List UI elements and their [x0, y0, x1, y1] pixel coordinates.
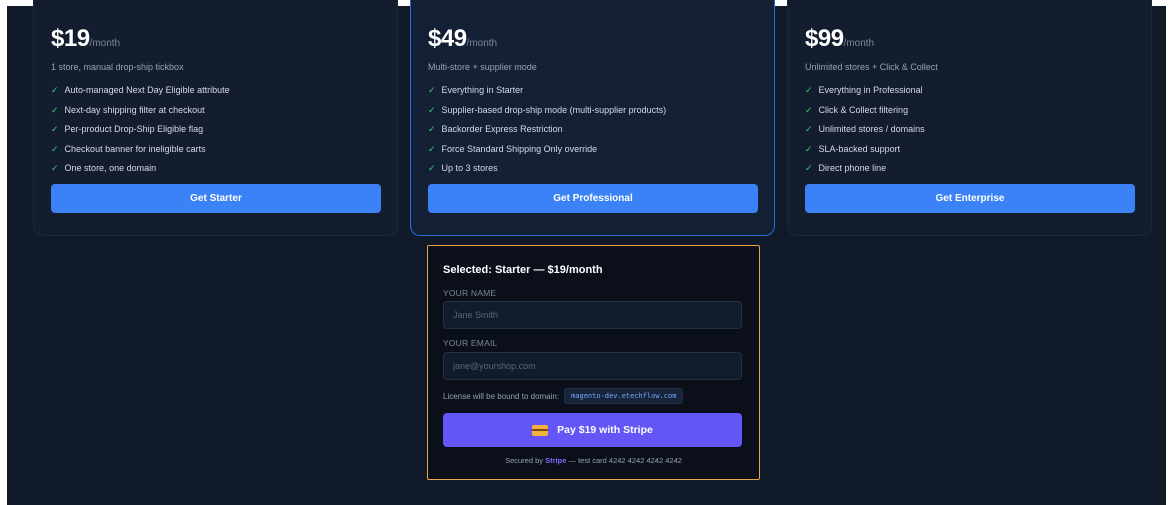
- license-domain-note: License will be bound to domain: magento…: [443, 388, 684, 404]
- check-icon: ✓: [51, 143, 59, 154]
- domain-code: magento-dev.etechflow.com: [564, 388, 684, 404]
- check-icon: ✓: [51, 124, 59, 134]
- price-amount: $19: [51, 25, 90, 52]
- plan-tagline: Multi-store + supplier mode: [428, 62, 537, 72]
- plan-tagline: 1 store, manual drop-ship tickbox: [51, 62, 184, 72]
- test-card-note: — test card 4242 4242 4242 4242: [568, 456, 682, 465]
- price-period: /month: [466, 38, 498, 49]
- feature-list: ✓ Everything in Professional ✓ Click & Col…: [805, 85, 925, 183]
- license-text: License will be bound to domain:: [443, 391, 560, 401]
- feature-text: Everything in Professional: [818, 85, 923, 95]
- email-input[interactable]: [443, 352, 742, 380]
- feature-text: Everything in Starter: [441, 85, 524, 95]
- price-amount: $49: [428, 25, 467, 52]
- price-period: /month: [89, 38, 121, 49]
- check-icon: ✓: [805, 143, 813, 154]
- check-icon: ✓: [428, 85, 436, 95]
- feature-item: ✓ Everything in Professional: [805, 85, 925, 105]
- feature-item: ✓ Supplier-based drop-ship mode (multi-su…: [428, 105, 666, 125]
- feature-text: Auto-managed Next Day Eligible attribute: [64, 85, 230, 95]
- plan-price: $99/month: [805, 25, 874, 53]
- feature-item: ✓ Up to 3 stores: [428, 163, 666, 183]
- feature-text: Up to 3 stores: [441, 163, 498, 173]
- check-icon: ✓: [428, 124, 436, 134]
- check-icon: ✓: [805, 124, 813, 134]
- feature-text: Click & Collect filtering: [818, 104, 909, 115]
- plan-price: $19/month: [51, 25, 120, 53]
- feature-text: Direct phone line: [818, 163, 887, 173]
- feature-list: ✓ Auto-managed Next Day Eligible attribut…: [51, 85, 230, 183]
- feature-text: Supplier-based drop-ship mode (multi-sup…: [441, 104, 667, 115]
- get-starter-button[interactable]: Get Starter: [51, 184, 381, 213]
- price-period: /month: [843, 38, 875, 49]
- get-professional-button[interactable]: Get Professional: [428, 184, 758, 213]
- feature-text: Unlimited stores / domains: [818, 124, 925, 134]
- checkout-panel: Selected: Starter — $19/month YOUR NAME …: [427, 245, 760, 480]
- feature-item: ✓ Everything in Starter: [428, 85, 666, 105]
- feature-item: ✓ Unlimited stores / domains: [805, 124, 925, 144]
- plan-card-starter: $19/month 1 store, manual drop-ship tick…: [33, 0, 398, 236]
- plan-price: $49/month: [428, 25, 497, 53]
- feature-item: ✓ Checkout banner for ineligible carts: [51, 144, 230, 164]
- feature-text: Per-product Drop-Ship Eligible flag: [64, 124, 204, 134]
- feature-item: ✓ Per-product Drop-Ship Eligible flag: [51, 124, 230, 144]
- feature-text: Checkout banner for ineligible carts: [64, 143, 206, 154]
- feature-item: ✓ Auto-managed Next Day Eligible attribut…: [51, 85, 230, 105]
- stripe-link[interactable]: Stripe: [545, 456, 566, 465]
- feature-text: One store, one domain: [64, 163, 157, 173]
- check-icon: ✓: [805, 163, 813, 173]
- plan-tagline: Unlimited stores + Click & Collect: [805, 62, 938, 72]
- credit-card-icon: [532, 424, 549, 436]
- selected-plan-heading: Selected: Starter — $19/month: [443, 264, 603, 276]
- check-icon: ✓: [51, 163, 59, 173]
- name-input[interactable]: [443, 301, 742, 329]
- check-icon: ✓: [428, 163, 436, 173]
- feature-text: SLA-backed support: [818, 143, 901, 154]
- feature-item: ✓ One store, one domain: [51, 163, 230, 183]
- check-icon: ✓: [51, 85, 59, 95]
- feature-item: ✓ Next-day shipping filter at checkout: [51, 105, 230, 125]
- email-label: YOUR EMAIL: [443, 338, 498, 348]
- feature-item: ✓ Force Standard Shipping Only override: [428, 144, 666, 164]
- pricing-page: $19/month 1 store, manual drop-ship tick…: [7, 0, 1166, 505]
- feature-list: ✓ Everything in Starter ✓ Supplier-based d…: [428, 85, 666, 183]
- check-icon: ✓: [428, 104, 436, 115]
- name-label: YOUR NAME: [443, 288, 497, 298]
- feature-text: Next-day shipping filter at checkout: [64, 104, 205, 115]
- plan-card-enterprise: $99/month Unlimited stores + Click & Col…: [787, 0, 1152, 236]
- feature-item: ✓ Backorder Express Restriction: [428, 124, 666, 144]
- check-icon: ✓: [805, 104, 813, 115]
- feature-text: Backorder Express Restriction: [441, 124, 563, 134]
- feature-text: Force Standard Shipping Only override: [441, 143, 598, 154]
- feature-item: ✓ SLA-backed support: [805, 144, 925, 164]
- get-enterprise-button[interactable]: Get Enterprise: [805, 184, 1135, 213]
- pay-label: Pay $19 with Stripe: [557, 424, 653, 436]
- check-icon: ✓: [805, 85, 813, 95]
- feature-item: ✓ Direct phone line: [805, 163, 925, 183]
- plan-card-professional: $49/month Multi-store + supplier mode ✓ E…: [410, 0, 775, 236]
- feature-item: ✓ Click & Collect filtering: [805, 105, 925, 125]
- secured-prefix: Secured by: [505, 456, 544, 465]
- price-amount: $99: [805, 25, 844, 52]
- secured-note: Secured by Stripe — test card 4242 4242 …: [428, 456, 759, 465]
- pay-with-stripe-button[interactable]: Pay $19 with Stripe: [443, 413, 742, 447]
- check-icon: ✓: [51, 104, 59, 115]
- check-icon: ✓: [428, 143, 436, 154]
